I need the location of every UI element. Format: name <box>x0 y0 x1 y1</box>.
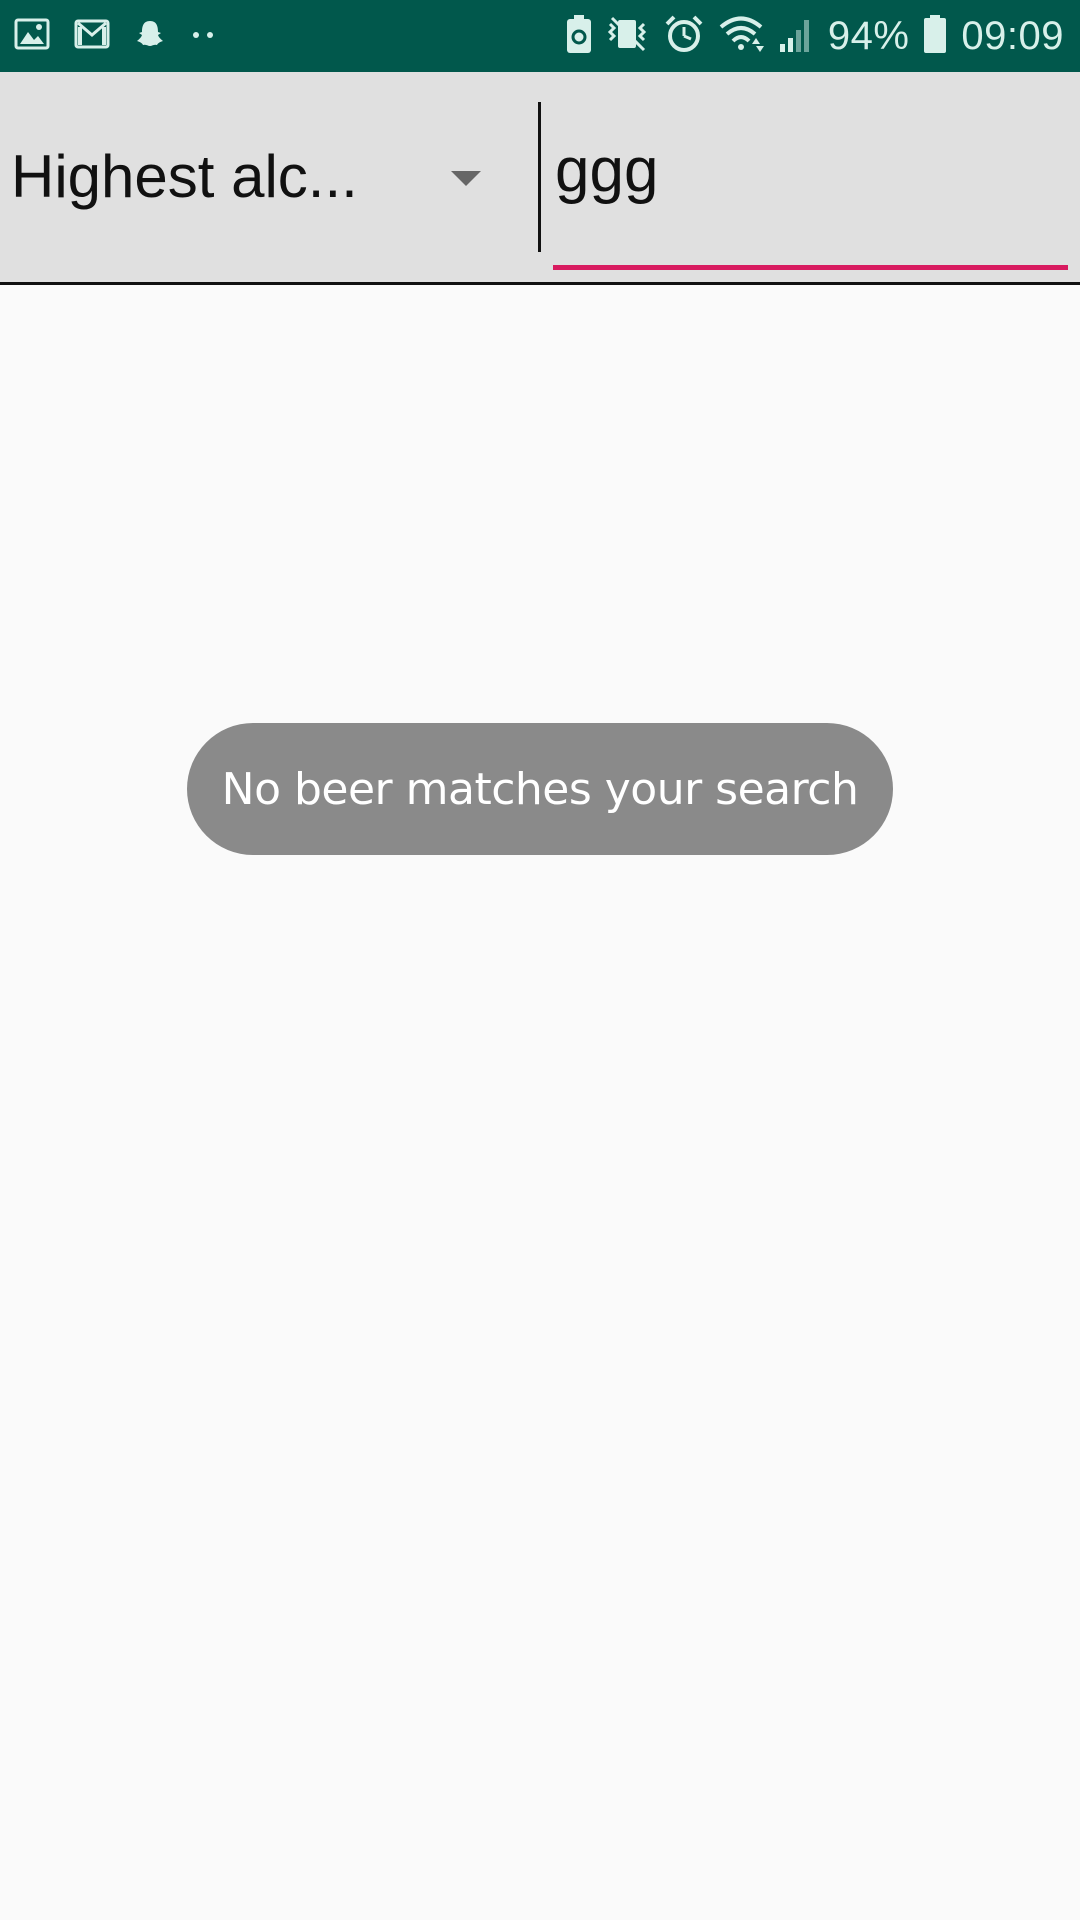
sort-spinner[interactable]: Highest alc... <box>0 72 536 282</box>
snapchat-icon <box>134 18 166 55</box>
vibrate-icon <box>606 14 650 59</box>
no-results-toast: No beer matches your search <box>187 723 893 855</box>
system-icons: 94% 09:09 <box>566 10 1064 62</box>
battery-icon <box>923 14 947 59</box>
notification-icons <box>14 14 220 58</box>
search-input[interactable] <box>553 120 1068 220</box>
search-underline <box>553 265 1068 270</box>
gallery-icon <box>14 18 50 55</box>
gmail-icon <box>74 19 110 54</box>
battery-percent: 94% <box>827 13 910 58</box>
alarm-icon <box>664 14 704 59</box>
battery-saver-icon <box>566 14 592 59</box>
search-field[interactable] <box>553 112 1068 270</box>
sort-selected-label: Highest alc... <box>11 143 358 210</box>
status-bar: 94% 09:09 <box>0 0 1080 72</box>
toast-message: No beer matches your search <box>221 763 859 815</box>
dropdown-arrow-icon <box>451 171 481 186</box>
wifi-icon <box>718 14 764 59</box>
clock: 09:09 <box>961 13 1064 58</box>
search-toolbar: Highest alc... <box>0 72 1080 285</box>
signal-icon <box>778 14 814 59</box>
more-dots-icon <box>190 27 220 45</box>
toolbar-divider <box>538 102 541 252</box>
